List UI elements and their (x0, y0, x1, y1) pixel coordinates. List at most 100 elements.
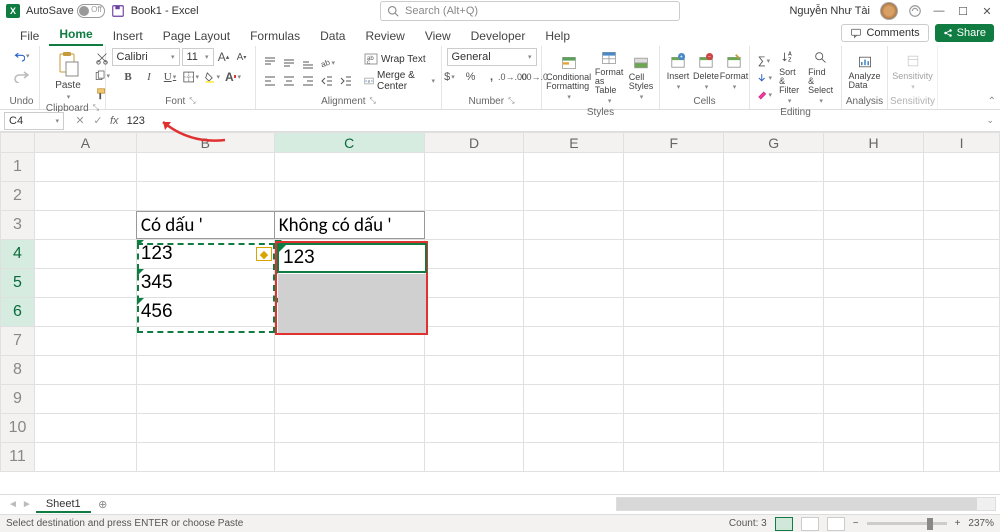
add-sheet-button[interactable]: ⊕ (95, 497, 111, 513)
zoom-out-button[interactable]: − (853, 518, 859, 529)
col-header-C[interactable]: C (274, 133, 424, 153)
decrease-decimal-button[interactable]: .00→.0 (526, 69, 542, 85)
name-box[interactable]: C4▾ (4, 112, 64, 130)
formula-input[interactable]: 123 (127, 115, 145, 127)
fill-button[interactable]: ▾ (756, 70, 772, 86)
cell-C4[interactable]: 123 (275, 240, 424, 268)
fx-icon[interactable]: fx (110, 115, 119, 127)
zoom-in-button[interactable]: + (955, 518, 961, 529)
zoom-level[interactable]: 237% (968, 518, 994, 529)
find-select-button[interactable]: Find & Select▾ (806, 48, 835, 107)
cancel-edit-icon[interactable]: ✕ (72, 114, 88, 127)
font-size-select[interactable]: 11▾ (182, 48, 214, 66)
page-layout-view-button[interactable] (801, 517, 819, 531)
normal-view-button[interactable] (775, 517, 793, 531)
col-header-E[interactable]: E (524, 133, 624, 153)
minimize-icon[interactable]: — (932, 4, 946, 18)
row-header-8[interactable]: 8 (1, 356, 35, 385)
col-header-H[interactable]: H (824, 133, 924, 153)
align-center-button[interactable] (281, 73, 297, 89)
spreadsheet-grid[interactable]: A B C D E F G H I 1 2 3 Có dấu ' Không c… (0, 132, 1000, 494)
toggle-switch[interactable]: Off (77, 4, 105, 18)
delete-cells-button[interactable]: −Delete▾ (694, 51, 718, 93)
cell-C6[interactable]: 456 (275, 298, 424, 326)
align-bottom-button[interactable] (300, 55, 316, 71)
cell-styles-button[interactable]: Cell Styles▾ (629, 53, 653, 103)
cell-B4[interactable]: 123 (137, 240, 274, 268)
sheet-nav-next-icon[interactable]: ► (22, 499, 32, 510)
row-header-9[interactable]: 9 (1, 385, 35, 414)
wrap-text-button[interactable]: abcWrap Text (364, 52, 435, 66)
conditional-formatting-button[interactable]: Conditional Formatting▾ (548, 53, 589, 103)
italic-button[interactable]: I (141, 69, 157, 85)
increase-font-button[interactable]: A▴ (216, 49, 232, 65)
font-name-select[interactable]: Calibri▾ (112, 48, 180, 66)
col-header-F[interactable]: F (624, 133, 724, 153)
cell-C3[interactable]: Không có dấu ' (274, 211, 425, 239)
row-header-5[interactable]: 5 (1, 269, 35, 298)
row-header-11[interactable]: 11 (1, 443, 35, 472)
currency-button[interactable]: $▾ (442, 69, 458, 85)
redo-button[interactable] (14, 68, 30, 84)
col-header-I[interactable]: I (924, 133, 1000, 153)
tab-view[interactable]: View (415, 26, 461, 46)
maximize-icon[interactable]: ☐ (956, 4, 970, 18)
col-header-B[interactable]: B (136, 133, 274, 153)
tab-file[interactable]: File (10, 26, 49, 46)
align-top-button[interactable] (262, 55, 278, 71)
align-middle-button[interactable] (281, 55, 297, 71)
percent-button[interactable]: % (463, 69, 479, 85)
row-header-7[interactable]: 7 (1, 327, 35, 356)
number-format-select[interactable]: General▾ (447, 48, 537, 66)
cell-B3[interactable]: Có dấu ' (136, 211, 275, 239)
align-left-button[interactable] (262, 73, 278, 89)
tab-data[interactable]: Data (310, 26, 355, 46)
autosum-button[interactable]: ∑▾ (756, 53, 772, 69)
comments-button[interactable]: Comments (841, 24, 928, 42)
increase-indent-button[interactable] (338, 73, 354, 89)
close-icon[interactable]: ✕ (980, 4, 994, 18)
font-color-button[interactable]: A▾ (225, 69, 241, 85)
tab-developer[interactable]: Developer (461, 26, 536, 46)
expand-formula-bar-icon[interactable]: ⌄ (986, 115, 994, 126)
tab-insert[interactable]: Insert (103, 26, 153, 46)
save-icon[interactable] (111, 4, 125, 18)
error-indicator-icon[interactable]: ◆ (256, 247, 272, 261)
autosave-toggle[interactable]: AutoSave Off (26, 4, 105, 18)
sheet-nav-prev-icon[interactable]: ◄ (8, 499, 18, 510)
undo-button[interactable]: ▾ (14, 48, 30, 64)
cell-B6[interactable]: 456 (137, 298, 274, 326)
row-header-3[interactable]: 3 (1, 211, 35, 240)
page-break-view-button[interactable] (827, 517, 845, 531)
analyze-data-button[interactable]: Analyze Data (848, 52, 881, 92)
tab-formulas[interactable]: Formulas (240, 26, 310, 46)
row-header-6[interactable]: 6 (1, 298, 35, 327)
col-header-G[interactable]: G (724, 133, 824, 153)
sort-filter-button[interactable]: AZSort & Filter▾ (776, 48, 802, 107)
pending-icon[interactable] (908, 4, 922, 18)
confirm-edit-icon[interactable]: ✓ (90, 114, 106, 127)
decrease-font-button[interactable]: A▾ (234, 49, 250, 65)
username[interactable]: Nguyễn Như Tài (789, 5, 870, 17)
zoom-slider[interactable] (867, 522, 947, 525)
collapse-ribbon-icon[interactable]: ⌃ (988, 96, 996, 107)
tab-review[interactable]: Review (355, 26, 414, 46)
orientation-button[interactable]: ab▾ (319, 55, 335, 71)
bold-button[interactable]: B (120, 69, 136, 85)
row-header-4[interactable]: 4 (1, 240, 35, 269)
align-right-button[interactable] (300, 73, 316, 89)
row-header-10[interactable]: 10 (1, 414, 35, 443)
cell-C5[interactable]: 345 (275, 269, 424, 297)
insert-cells-button[interactable]: +Insert▾ (666, 51, 690, 93)
search-box[interactable]: Search (Alt+Q) (380, 1, 680, 21)
tab-page-layout[interactable]: Page Layout (153, 26, 240, 46)
fill-color-button[interactable]: ▾ (204, 69, 220, 85)
sheet-tab[interactable]: Sheet1 (36, 497, 91, 513)
cell-B5[interactable]: 345 (137, 269, 274, 297)
paste-button[interactable]: Paste▾ (46, 48, 90, 103)
decrease-indent-button[interactable] (319, 73, 335, 89)
format-cells-button[interactable]: Format▾ (722, 51, 746, 93)
col-header-D[interactable]: D (424, 133, 524, 153)
horizontal-scrollbar[interactable] (616, 497, 996, 511)
border-button[interactable]: ▾ (183, 69, 199, 85)
